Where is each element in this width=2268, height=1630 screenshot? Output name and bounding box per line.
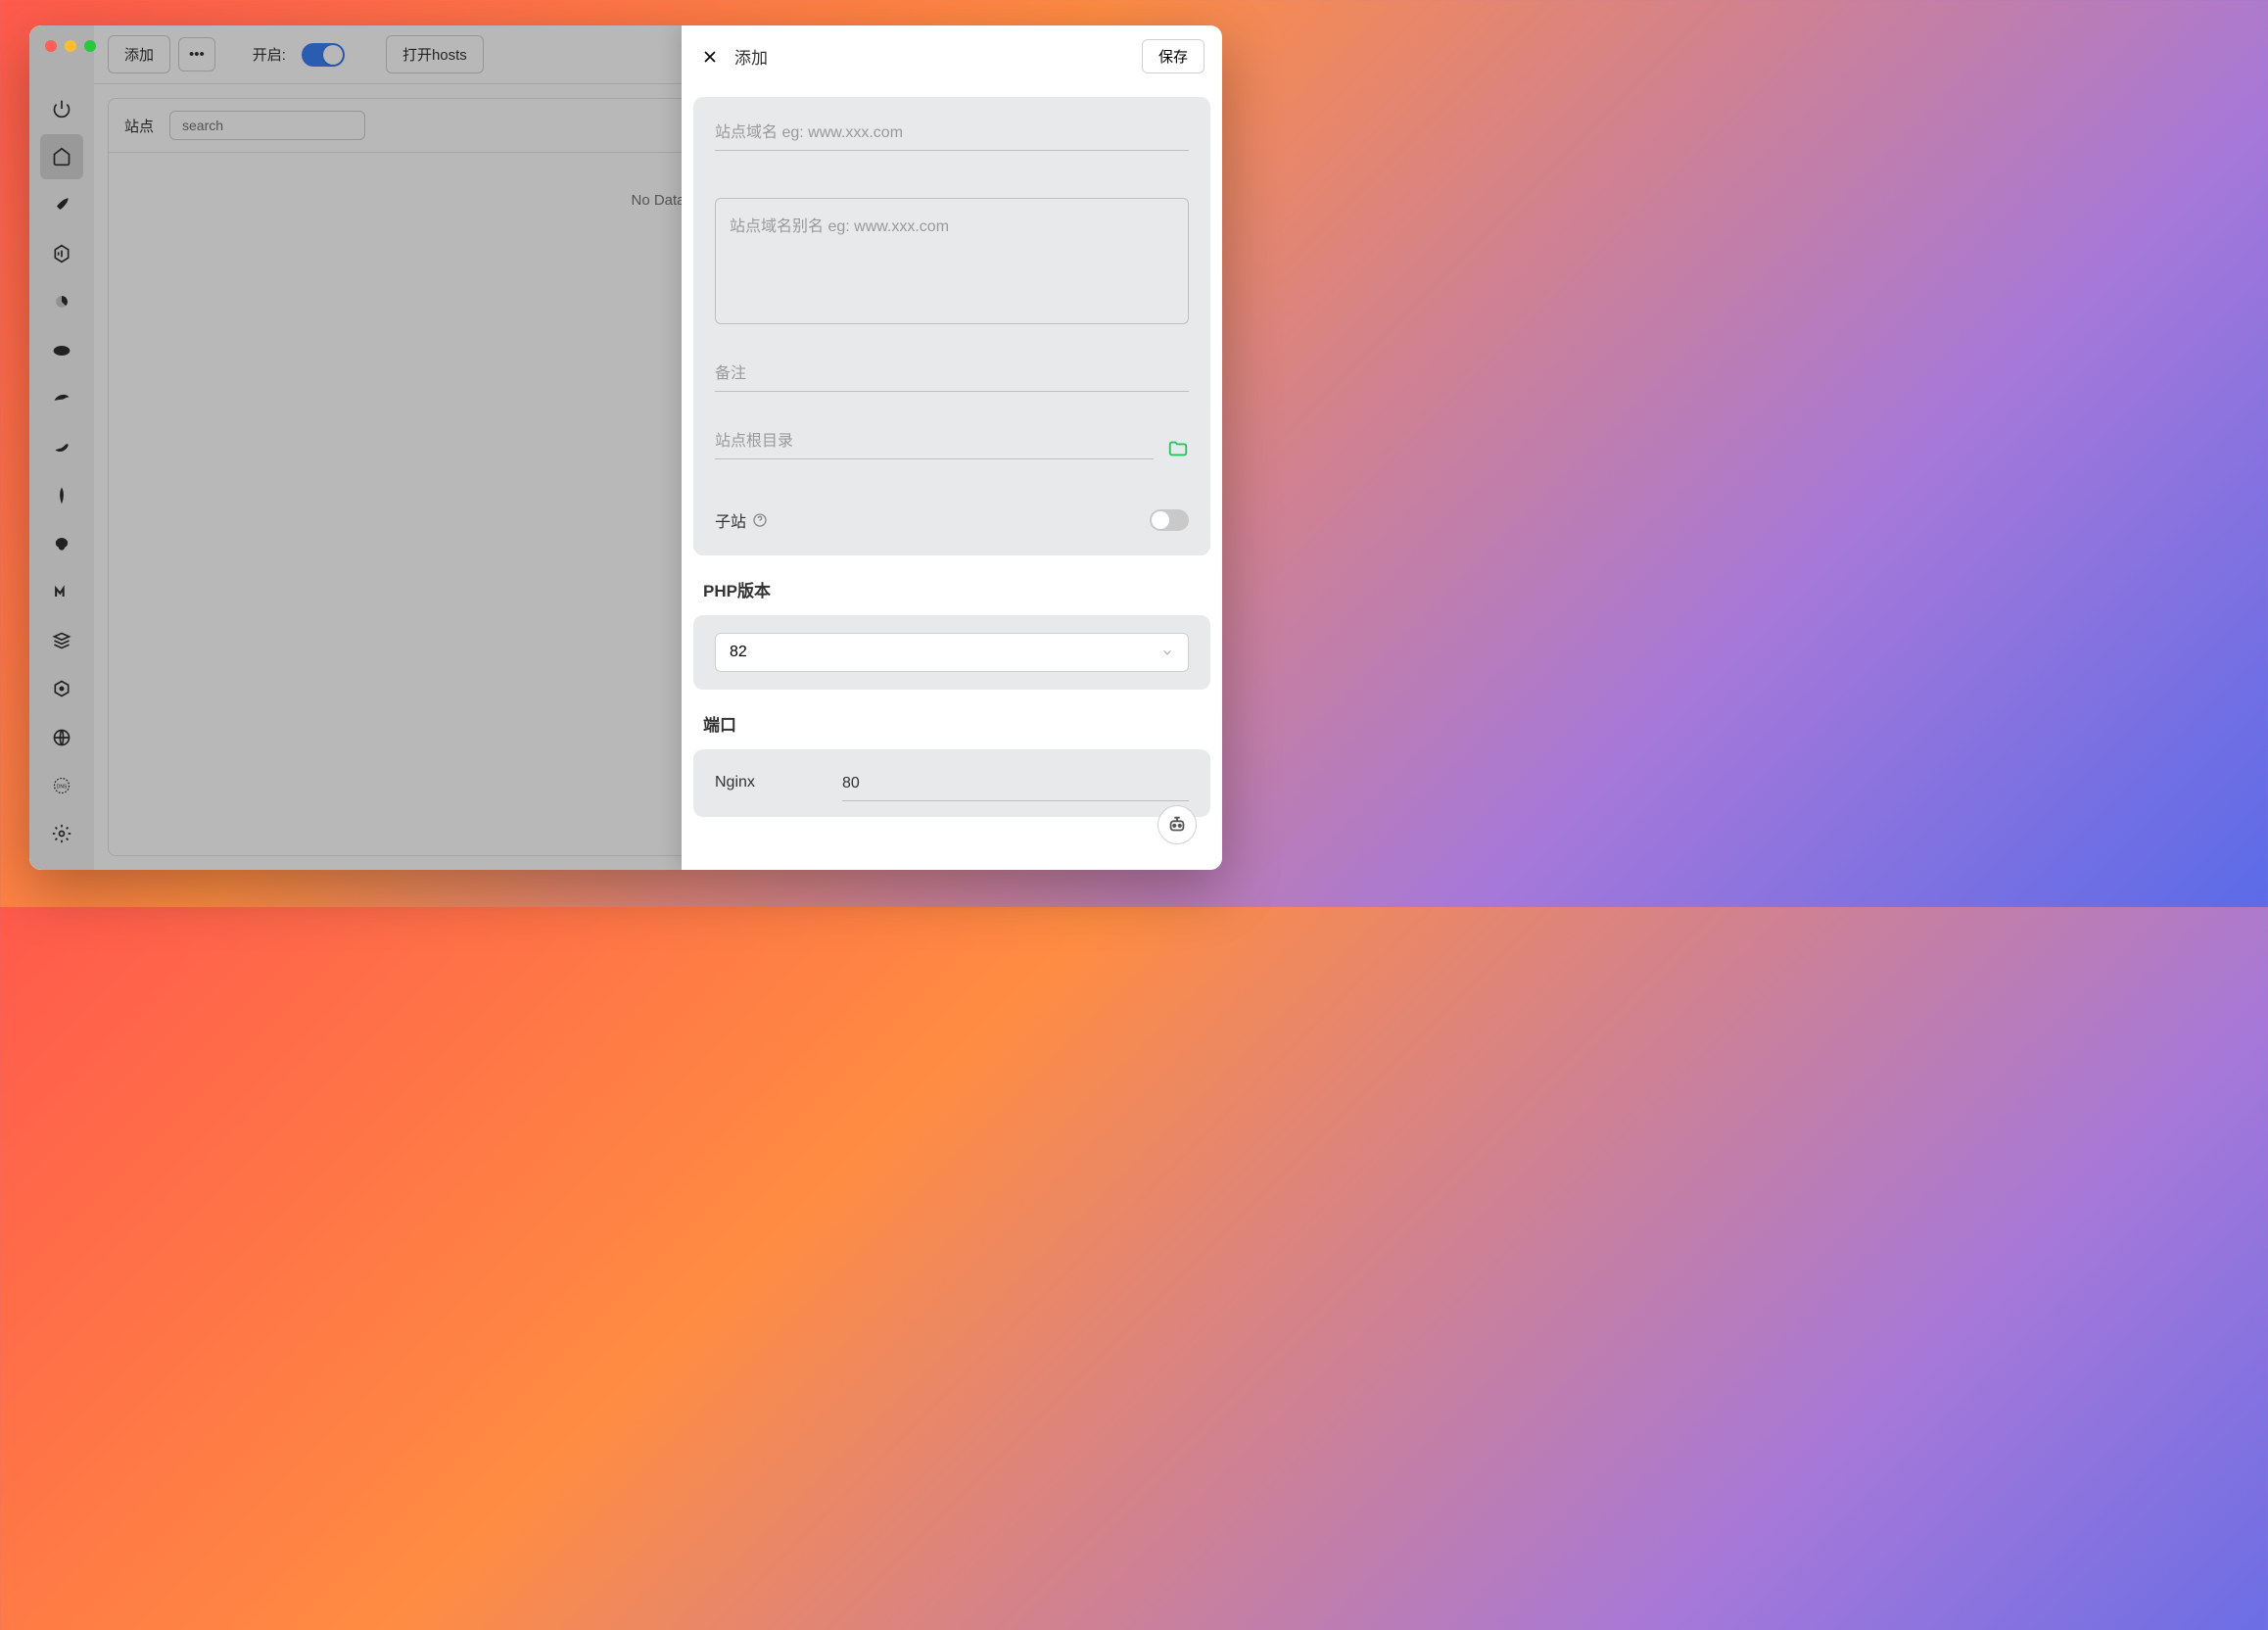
site-info-card: 子站 xyxy=(693,97,1210,555)
root-row xyxy=(715,429,1189,459)
port-nginx-input[interactable] xyxy=(842,771,1189,801)
alias-box xyxy=(715,198,1189,324)
port-nginx-row: Nginx xyxy=(693,749,1210,805)
alias-textarea[interactable] xyxy=(716,199,1188,318)
php-section-title: PHP版本 xyxy=(693,555,1210,601)
php-card: 82 xyxy=(693,615,1210,690)
subsite-row: 子站 xyxy=(715,508,1189,532)
window-close-icon[interactable] xyxy=(45,40,57,52)
port-card: Nginx xyxy=(693,749,1210,817)
root-dir-input[interactable] xyxy=(715,429,1154,459)
app-window: DNS 添加 ••• 开启: 打开hosts 站点 php版本 No Data xyxy=(29,25,1222,870)
drawer-body: 子站 PHP版本 82 端口 Nginx xyxy=(682,87,1222,870)
drawer-title: 添加 xyxy=(734,44,768,69)
subsite-toggle[interactable] xyxy=(1150,509,1189,531)
window-maximize-icon[interactable] xyxy=(84,40,96,52)
traffic-lights xyxy=(45,40,96,52)
close-icon xyxy=(700,47,720,67)
help-icon[interactable] xyxy=(752,512,768,528)
add-drawer: 添加 保存 子站 xyxy=(682,25,1222,870)
domain-input[interactable] xyxy=(715,120,1189,151)
drawer-header: 添加 保存 xyxy=(682,25,1222,87)
close-button[interactable] xyxy=(699,46,721,68)
subsite-label: 子站 xyxy=(715,508,746,532)
port-section-title: 端口 xyxy=(693,690,1210,736)
robot-icon xyxy=(1166,814,1188,836)
folder-icon[interactable] xyxy=(1167,438,1189,459)
php-value: 82 xyxy=(730,644,747,661)
port-nginx-label: Nginx xyxy=(715,774,803,801)
remark-input[interactable] xyxy=(715,361,1189,392)
chevron-down-icon xyxy=(1160,646,1174,659)
save-button[interactable]: 保存 xyxy=(1142,39,1205,73)
window-minimize-icon[interactable] xyxy=(65,40,76,52)
assistant-button[interactable] xyxy=(1158,805,1197,844)
subsite-label-group: 子站 xyxy=(715,508,768,532)
php-select[interactable]: 82 xyxy=(715,633,1189,672)
